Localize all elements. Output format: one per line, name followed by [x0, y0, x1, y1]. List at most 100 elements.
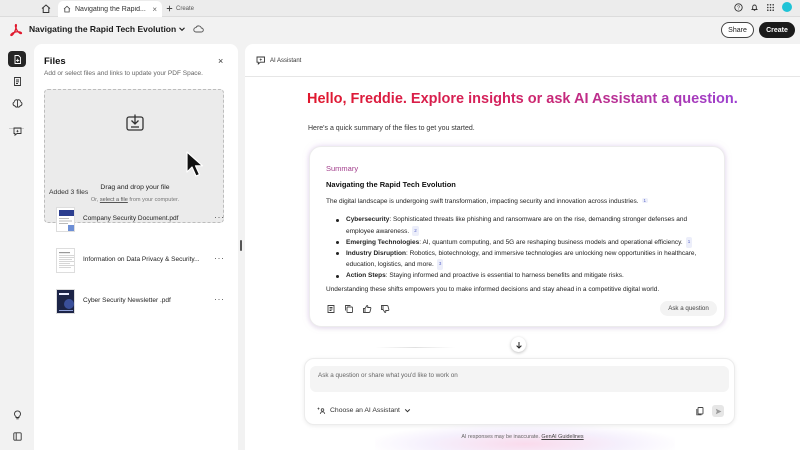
rail-files-button[interactable] — [8, 51, 26, 67]
greeting-heading: Hello, Freddie. Explore insights or ask … — [307, 91, 738, 107]
panel-icon — [12, 431, 22, 441]
bullet-term: Cybersecurity — [346, 216, 390, 223]
ai-chat-icon — [13, 127, 21, 136]
file-thumbnail — [56, 248, 75, 273]
thumbs-down-icon[interactable] — [380, 304, 390, 314]
bullet-text: : Staying informed and proactive is esse… — [385, 271, 624, 279]
ai-assistant-tab-label: AI Assistant — [270, 57, 302, 64]
header-divider — [245, 76, 800, 77]
cloud-icon[interactable] — [193, 25, 204, 33]
ai-assistant-tab[interactable]: AI Assistant — [256, 56, 301, 65]
intro-text: Here's a quick summary of the files to g… — [308, 125, 475, 132]
browser-tab-strip: Navigating the Rapid... × Create ? — [0, 0, 800, 17]
acrobat-logo-icon[interactable] — [9, 23, 23, 37]
file-name: Company Security Document.pdf — [83, 215, 179, 222]
more-options-icon[interactable]: ··· — [214, 253, 225, 263]
choose-ai-label: Choose an AI Assistant — [330, 407, 400, 414]
tab-home-icon — [63, 5, 71, 13]
file-thumbnail — [56, 207, 75, 232]
attach-document-icon[interactable] — [695, 406, 705, 416]
new-tab-label: Create — [176, 5, 195, 12]
scroll-down-button[interactable] — [511, 337, 526, 352]
chevron-down-icon — [404, 409, 411, 413]
chevron-down-icon[interactable] — [178, 25, 186, 33]
summary-label: Summary — [326, 164, 359, 173]
summary-lead-text: The digital landscape is undergoing swif… — [326, 198, 639, 205]
bullet-term: Industry Disruption — [346, 249, 406, 257]
bullet-term: Emerging Technologies — [346, 239, 420, 247]
citation-badge[interactable]: 3 — [436, 259, 444, 270]
send-icon — [715, 408, 721, 414]
new-tab-button[interactable]: Create — [166, 2, 194, 15]
mouse-cursor-icon — [185, 150, 207, 178]
file-item[interactable]: Company Security Document.pdf ··· — [56, 207, 226, 233]
ai-assistant-main: AI Assistant Hello, Freddie. Explore ins… — [245, 44, 800, 450]
lightbulb-icon — [13, 410, 21, 419]
brain-icon — [12, 98, 22, 108]
apps-grid-icon[interactable] — [766, 3, 775, 12]
document-summary-icon[interactable] — [326, 304, 336, 314]
send-button[interactable] — [712, 405, 724, 417]
composer-tools — [695, 405, 724, 417]
svg-text:?: ? — [737, 5, 740, 11]
home-icon[interactable] — [37, 2, 55, 15]
create-button[interactable]: Create — [759, 22, 795, 38]
more-options-icon[interactable]: ··· — [214, 212, 225, 222]
citation-badge[interactable]: 1 — [685, 237, 693, 248]
disclaimer-text: AI responses may be inaccurate. — [461, 434, 540, 440]
app-header: Navigating the Rapid Tech Evolution Shar… — [0, 18, 800, 42]
bullet-text: : AI, quantum computing, and 5G are resh… — [419, 239, 683, 247]
citation-badge[interactable]: 2 — [412, 225, 419, 237]
file-name: Cyber Security Newsletter .pdf — [83, 297, 171, 304]
question-input[interactable] — [310, 366, 729, 392]
avatar[interactable] — [782, 2, 792, 12]
left-rail — [0, 42, 33, 450]
added-files-label: Added 3 files — [49, 189, 89, 196]
file-thumbnail — [56, 289, 75, 314]
ai-assistant-icon — [256, 56, 265, 65]
summary-bullet: Action Steps: Staying informed and proac… — [336, 271, 716, 282]
files-panel-title: Files — [44, 56, 66, 67]
document-icon — [13, 76, 21, 86]
more-options-icon[interactable]: ··· — [214, 294, 225, 304]
rail-tips-button[interactable] — [8, 406, 26, 422]
summary-closing: Understanding these shifts empowers you … — [326, 286, 660, 293]
share-button[interactable]: Share — [721, 22, 754, 38]
file-item[interactable]: Information on Data Privacy & Security..… — [56, 248, 226, 274]
panel-resize-handle[interactable] — [240, 240, 242, 251]
arrow-down-icon — [515, 341, 522, 349]
select-file-link[interactable]: select a file — [100, 197, 128, 203]
summary-bullet-list: Cybersecurity: Sophisticated threats lik… — [336, 215, 716, 282]
citation-badge[interactable]: 1 — [641, 198, 649, 203]
sparkle-people-icon — [317, 407, 326, 415]
close-icon[interactable]: × — [218, 56, 223, 66]
faded-text-line — [375, 347, 455, 348]
tab-close-icon[interactable]: × — [152, 5, 157, 14]
tab-title: Navigating the Rapid... — [75, 5, 146, 13]
thumbs-up-icon[interactable] — [362, 304, 372, 314]
file-item[interactable]: Cyber Security Newsletter .pdf ··· — [56, 289, 226, 315]
file-name: Information on Data Privacy & Security..… — [83, 256, 200, 263]
choose-ai-assistant-dropdown[interactable]: Choose an AI Assistant — [316, 406, 411, 415]
rail-document-button[interactable] — [8, 73, 26, 89]
document-title[interactable]: Navigating the Rapid Tech Evolution — [29, 24, 176, 34]
dropzone-subtitle: Or, select a file from your computer. — [45, 197, 225, 203]
rail-insights-button[interactable] — [8, 95, 26, 111]
summary-bullet: Cybersecurity: Sophisticated threats lik… — [336, 215, 716, 237]
question-composer: Choose an AI Assistant — [304, 358, 735, 425]
files-panel: Files × Add or select files and links to… — [34, 44, 238, 450]
help-icon[interactable]: ? — [734, 2, 743, 12]
genai-guidelines-link[interactable]: GenAI Guidelines — [541, 434, 583, 440]
ai-disclaimer: AI responses may be inaccurate. GenAI Gu… — [245, 434, 800, 440]
browser-tab-active[interactable]: Navigating the Rapid... × — [58, 1, 162, 17]
ask-question-button[interactable]: Ask a question — [660, 301, 717, 316]
copy-icon[interactable] — [344, 304, 354, 314]
file-dropzone[interactable]: Drag and drop your file Or, select a fil… — [44, 89, 224, 223]
upload-icon — [124, 112, 146, 134]
bell-icon[interactable] — [750, 3, 759, 12]
plus-icon — [166, 5, 173, 12]
summary-bullet: Emerging Technologies: AI, quantum compu… — [336, 237, 716, 249]
summary-bullet: Industry Disruption: Robotics, biotechno… — [336, 249, 716, 271]
rail-panel-toggle-button[interactable] — [8, 428, 26, 444]
rail-ai-button[interactable] — [8, 123, 26, 139]
